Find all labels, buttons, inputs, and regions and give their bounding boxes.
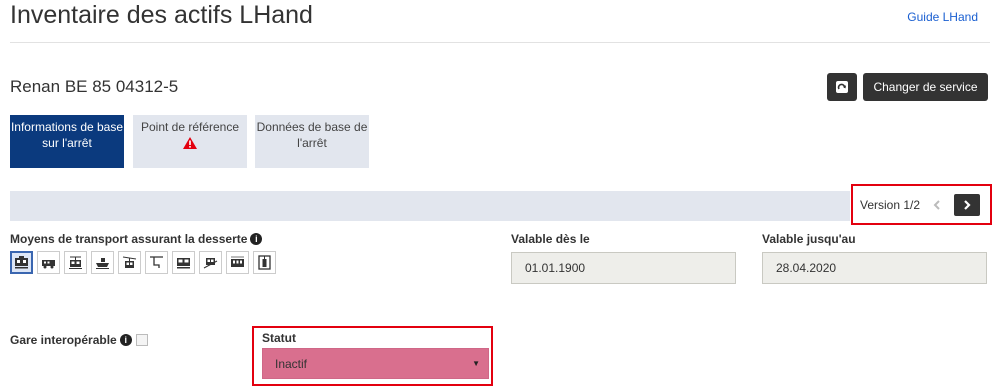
external-refresh-icon — [836, 81, 848, 93]
tab-stop-master-data[interactable]: Données de base de l'arrêt — [255, 115, 369, 168]
tram-icon[interactable] — [64, 251, 87, 274]
version-bar — [10, 191, 850, 221]
valid-from-field[interactable]: 01.01.1900 — [511, 252, 736, 284]
status-value: Inactif — [275, 356, 308, 371]
cable-car-icon[interactable] — [118, 251, 141, 274]
tab-basic-info[interactable]: Informations de base sur l'arrêt — [10, 115, 124, 168]
warning-icon — [183, 137, 197, 149]
interoperable-station-checkbox[interactable] — [135, 334, 148, 346]
interoperable-station-row: Gare interopérable i — [10, 333, 148, 347]
interoperable-station-label: Gare interopérable — [10, 333, 117, 347]
metro-icon[interactable] — [226, 251, 249, 274]
tab-label: Données de base de l'arrêt — [256, 120, 368, 150]
cog-railway-icon[interactable] — [172, 251, 195, 274]
stop-name: Renan BE 85 04312-5 — [10, 77, 179, 96]
transport-label: Moyens de transport assurant la desserte — [10, 232, 248, 246]
funicular-icon[interactable] — [199, 251, 222, 274]
next-version-button[interactable] — [954, 193, 981, 216]
chairlift-icon[interactable] — [145, 251, 168, 274]
change-service-button[interactable]: Changer de service — [863, 73, 988, 101]
open-external-button[interactable] — [827, 73, 857, 101]
chevron-right-icon — [964, 199, 971, 210]
status-select[interactable]: Inactif ▼ — [262, 348, 489, 379]
version-navigator: Version 1/2 — [851, 184, 992, 225]
tab-label: Point de référence — [140, 120, 240, 134]
transport-label-row: Moyens de transport assurant la desserte… — [10, 232, 263, 246]
valid-to-field[interactable]: 28.04.2020 — [762, 252, 987, 284]
header-divider — [10, 42, 990, 43]
version-label: Version 1/2 — [860, 197, 921, 212]
bus-icon[interactable] — [37, 251, 60, 274]
info-icon[interactable]: i — [250, 233, 263, 245]
tab-label: Informations de base sur l'arrêt — [10, 120, 124, 150]
status-label: Statut — [262, 331, 296, 345]
previous-version-button[interactable] — [927, 195, 947, 215]
valid-to-label: Valable jusqu'au — [762, 232, 856, 246]
train-icon[interactable] — [10, 251, 33, 274]
elevator-icon[interactable] — [253, 251, 276, 274]
guide-link[interactable]: Guide LHand — [907, 10, 978, 24]
info-icon[interactable]: i — [119, 334, 132, 346]
caret-down-icon: ▼ — [472, 359, 480, 368]
chevron-left-icon — [933, 199, 940, 210]
page-title: Inventaire des actifs LHand — [10, 1, 313, 29]
boat-icon[interactable] — [91, 251, 114, 274]
valid-from-label: Valable dès le — [511, 232, 590, 246]
transport-icons — [10, 251, 276, 274]
tab-reference-point[interactable]: Point de référence — [133, 115, 247, 168]
